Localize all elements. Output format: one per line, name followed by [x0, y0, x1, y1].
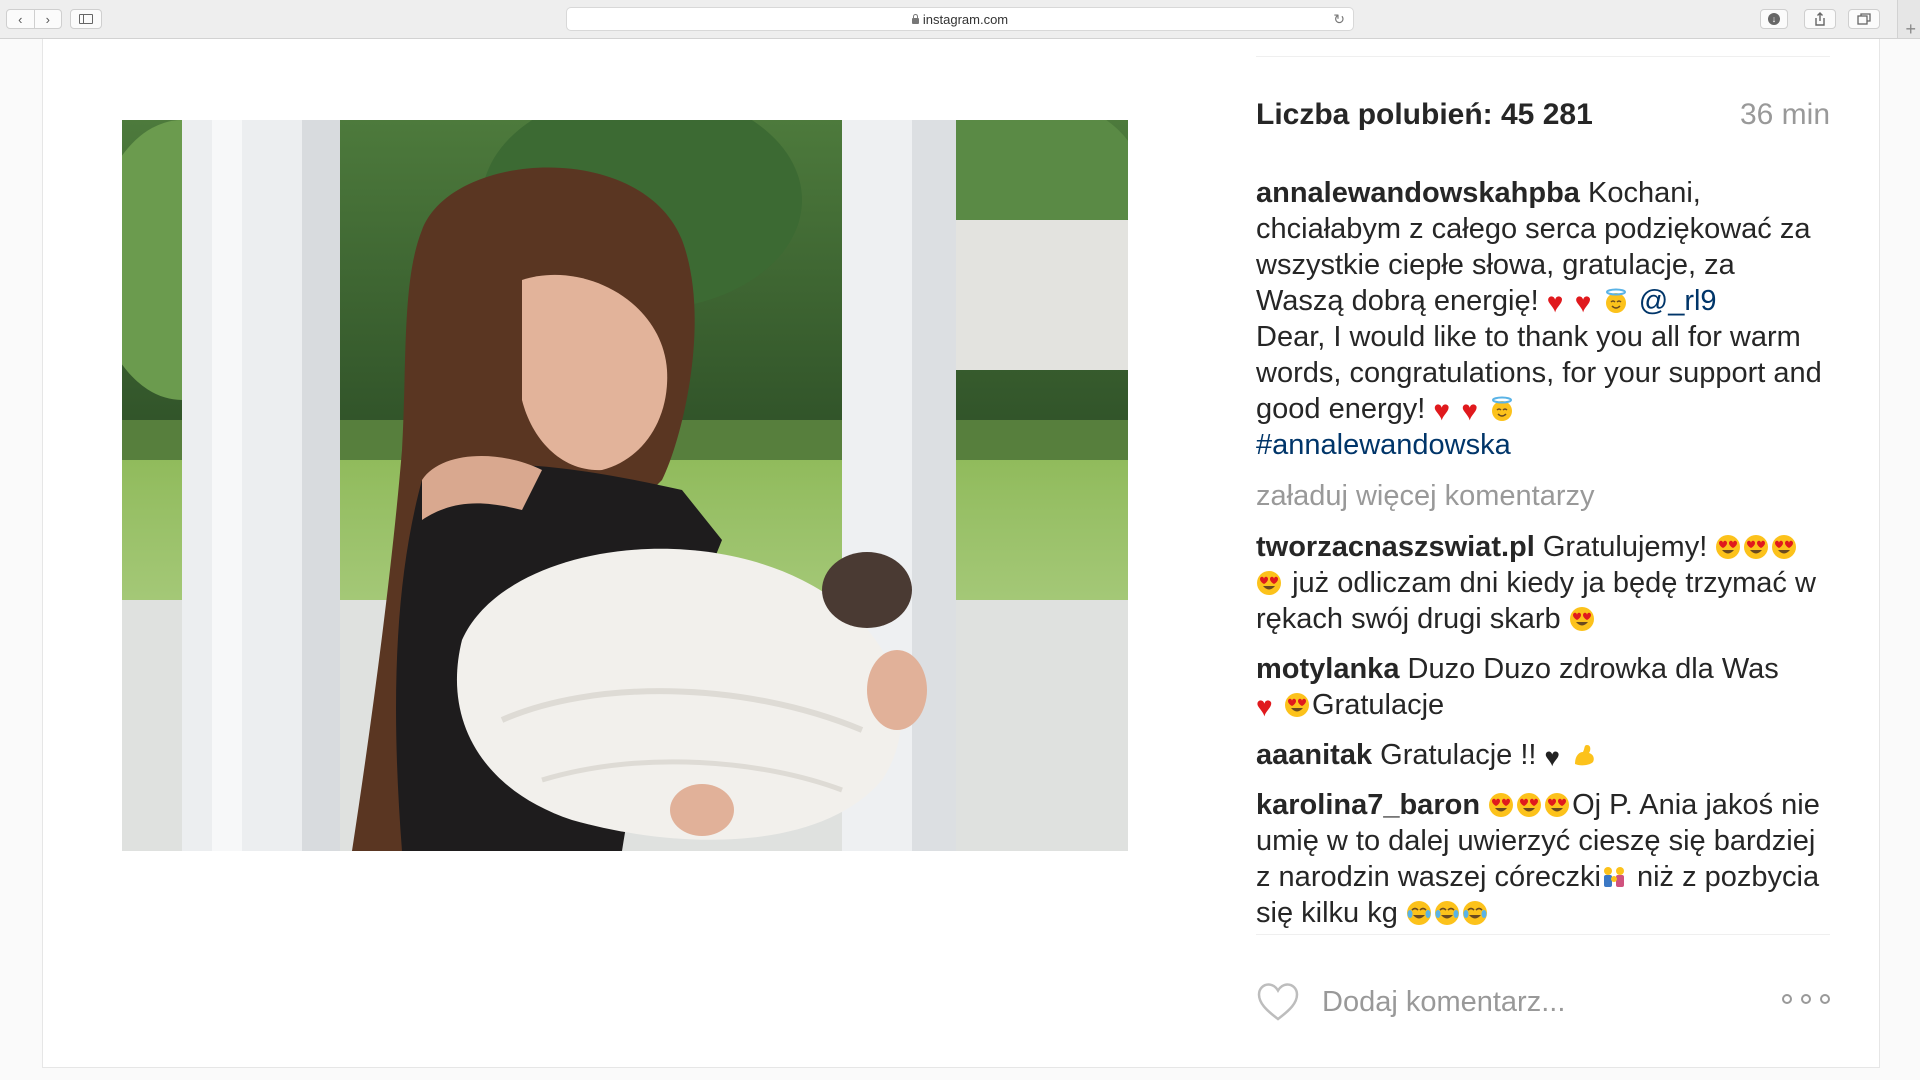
comment-username[interactable]: aaanitak	[1256, 739, 1372, 771]
post-timestamp[interactable]: 36 min	[1740, 98, 1830, 132]
mention-link[interactable]: @_rl9	[1639, 285, 1717, 317]
history-nav: ‹ ›	[6, 9, 62, 29]
tab-overview-button[interactable]	[1848, 9, 1880, 29]
comment-username[interactable]: karolina7_baron	[1256, 789, 1480, 821]
smiling-halo-emoji	[1605, 288, 1626, 313]
share-icon	[1815, 12, 1825, 26]
post-caption: annalewandowskahpba Kochani, chciałabym …	[1256, 175, 1830, 463]
red-heart-emoji: ♥	[1461, 395, 1478, 426]
address-bar-text: instagram.com	[567, 12, 1353, 27]
sidebar-toggle-button[interactable]	[70, 9, 102, 29]
comment-item: tworzacnaszswiat.pl Gratulujemy! już odl…	[1256, 529, 1830, 637]
back-button[interactable]: ‹	[7, 10, 34, 28]
lock-icon	[911, 14, 919, 24]
browser-toolbar: ‹ › instagram.com ↻ ↓ +	[0, 0, 1920, 39]
post-photo[interactable]	[122, 120, 1128, 851]
black-heart-emoji: ♥	[1544, 742, 1560, 772]
top-divider	[1256, 56, 1830, 57]
heart-outline-icon[interactable]	[1256, 982, 1300, 1022]
comment-text: Duzo Duzo zdrowka dla Was	[1407, 653, 1779, 685]
caption-text-en: Dear, I would like to thank you all for …	[1256, 321, 1822, 425]
hashtag-link[interactable]: #annalewandowska	[1256, 429, 1511, 461]
flexed-biceps-emoji	[1574, 745, 1594, 766]
ellipsis-dot	[1820, 994, 1830, 1004]
heart-eyes-emoji	[1517, 793, 1542, 817]
downloads-button[interactable]: ↓	[1760, 9, 1788, 29]
bottom-divider	[1256, 934, 1830, 935]
download-icon: ↓	[1768, 13, 1780, 25]
comment-item: motylanka Duzo Duzo zdrowka dla Was ♥ Gra…	[1256, 651, 1830, 723]
comments-list: tworzacnaszswiat.pl Gratulujemy! już odl…	[1256, 529, 1830, 945]
heart-eyes-emoji	[1257, 571, 1281, 595]
tabs-icon	[1857, 13, 1871, 25]
comment-text: Gratulacje !!	[1380, 739, 1537, 771]
ellipsis-dot	[1782, 994, 1792, 1004]
red-heart-emoji: ♥	[1546, 287, 1564, 318]
comment-text: Gratulujemy!	[1542, 531, 1708, 563]
comment-item: aaanitak Gratulacje !! ♥	[1256, 737, 1830, 773]
plus-icon: +	[1905, 19, 1916, 39]
heart-eyes-emoji	[1545, 793, 1570, 817]
post-meta-row: Liczba polubień: 45 281 36 min	[1256, 98, 1830, 138]
likes-count[interactable]: Liczba polubień: 45 281	[1256, 98, 1593, 132]
share-button[interactable]	[1804, 9, 1836, 29]
sidebar-icon	[79, 14, 93, 24]
photo-illustration	[122, 120, 1128, 851]
family-emoji	[1603, 867, 1624, 887]
comment-item: karolina7_baron Oj P. Ania jakoś nie umi…	[1256, 787, 1830, 931]
url-text: instagram.com	[922, 12, 1009, 27]
red-heart-emoji: ♥	[1574, 287, 1592, 318]
tears-of-joy-emoji	[1406, 901, 1431, 925]
heart-eyes-emoji	[1285, 693, 1309, 717]
address-bar[interactable]: instagram.com ↻	[566, 7, 1354, 31]
heart-eyes-emoji	[1772, 535, 1797, 559]
add-comment-input[interactable]	[1322, 982, 1742, 1022]
chevron-right-icon: ›	[45, 11, 50, 27]
comment-username[interactable]: motylanka	[1256, 653, 1399, 685]
smiling-halo-emoji	[1492, 396, 1513, 421]
heart-eyes-emoji	[1716, 535, 1741, 559]
tears-of-joy-emoji	[1462, 901, 1487, 925]
new-tab-area[interactable]: +	[1897, 0, 1920, 38]
forward-button[interactable]: ›	[33, 10, 62, 28]
comment-username[interactable]: tworzacnaszswiat.pl	[1256, 531, 1535, 563]
heart-eyes-emoji	[1489, 793, 1514, 817]
red-heart-emoji: ♥	[1433, 395, 1450, 426]
heart-eyes-emoji	[1569, 607, 1594, 631]
tears-of-joy-emoji	[1434, 901, 1459, 925]
comment-text: już odliczam dni kiedy ja będę trzymać w…	[1256, 567, 1816, 635]
reload-icon[interactable]: ↻	[1333, 11, 1345, 28]
chevron-left-icon: ‹	[18, 11, 23, 27]
comment-text: Gratulacje	[1312, 689, 1445, 721]
caption-username[interactable]: annalewandowskahpba	[1256, 177, 1580, 209]
load-more-comments-link[interactable]: załaduj więcej komentarzy	[1256, 480, 1830, 513]
ellipsis-icon[interactable]	[1782, 994, 1830, 1010]
heart-eyes-emoji	[1744, 535, 1769, 559]
ellipsis-dot	[1801, 994, 1811, 1004]
red-heart-emoji: ♥	[1256, 691, 1273, 722]
